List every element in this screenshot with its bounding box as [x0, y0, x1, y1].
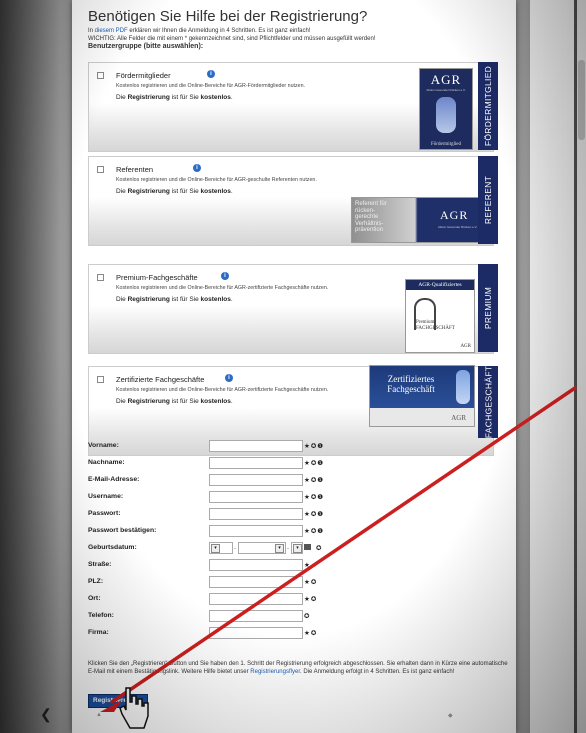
tab-foerdermitglied: FÖRDERMITGLIED	[478, 62, 498, 150]
field-row: Passwort: ★✪❶	[88, 508, 325, 520]
group-title: Fördermitglieder	[116, 71, 171, 80]
tab-premium: PREMIUM	[478, 264, 498, 352]
fachgeschaeft-badge: Zertifiziertes Fachgeschäft AGR	[369, 365, 475, 427]
warning-text: WICHTIG: Alle Felder die mit einem * gek…	[88, 35, 376, 42]
group-desc: Kostenlos registrieren und die Online-Be…	[116, 83, 306, 89]
group-free-text: Die Registrierung ist für Sie kostenlos.	[116, 94, 233, 101]
company-input[interactable]	[209, 627, 303, 639]
footer-icon: ▲	[96, 712, 102, 718]
field-row: Nachname: ★✪❶	[88, 457, 325, 469]
group-title: Zertifizierte Fachgeschäfte	[116, 375, 205, 384]
phone-input[interactable]	[209, 610, 303, 622]
page-title: Benötigen Sie Hilfe bei der Registrierun…	[88, 8, 368, 25]
info-icon[interactable]: i	[207, 70, 215, 78]
field-row: Ort: ★✪	[88, 593, 318, 605]
field-row: Username: ★✪❶	[88, 491, 325, 503]
street-input[interactable]	[209, 559, 303, 571]
city-input[interactable]	[209, 593, 303, 605]
field-row: Firma: ★✪	[88, 627, 318, 639]
info-icon[interactable]: i	[221, 272, 229, 280]
group-referenten: Referenten i Kostenlos registrieren und …	[88, 156, 494, 246]
referent-badge: Referent für rücken-gerechte Verhältnis-…	[351, 197, 479, 243]
email-input[interactable]	[209, 474, 303, 486]
field-row: Vorname: ★✪❶	[88, 440, 325, 452]
group-desc: Kostenlos registrieren und die Online-Be…	[116, 177, 317, 183]
chevron-down-icon: ▾	[293, 544, 302, 553]
checkbox-zertifiziert[interactable]	[97, 376, 104, 383]
info-icon[interactable]: i	[193, 164, 201, 172]
last-name-input[interactable]	[209, 457, 303, 469]
registration-page: Benötigen Sie Hilfe bei der Registrierun…	[72, 0, 516, 733]
scrollbar[interactable]	[577, 0, 586, 733]
group-desc: Kostenlos registrieren und die Online-Be…	[116, 387, 329, 393]
group-title: Referenten	[116, 165, 154, 174]
checkbox-premium[interactable]	[97, 274, 104, 281]
checkbox-referenten[interactable]	[97, 166, 104, 173]
first-name-input[interactable]	[209, 440, 303, 452]
tab-fachgeschaeft: FACHGESCHÄFT	[478, 366, 498, 438]
password-confirm-input[interactable]	[209, 525, 303, 537]
info-icon[interactable]: i	[225, 374, 233, 382]
foerdermitglied-badge: AGR Aktion Gesunder Rücken e.V. Fördermi…	[419, 68, 473, 150]
zip-input[interactable]	[209, 576, 303, 588]
intro-text: In diesem PDF erklären wir Ihnen die Anm…	[88, 28, 376, 50]
checkbox-foerdermitglieder[interactable]	[97, 72, 104, 79]
chevron-down-icon: ▾	[211, 544, 220, 553]
scrollbar-thumb[interactable]	[578, 60, 585, 140]
tab-referent: REFERENT	[478, 156, 498, 244]
background-page-strip	[530, 0, 574, 733]
chevron-down-icon: ▾	[275, 544, 284, 553]
field-row: Telefon: ✪	[88, 610, 311, 622]
birth-year-select[interactable]: ▾	[291, 542, 303, 554]
group-foerdermitglieder: Fördermitglieder i Kostenlos registriere…	[88, 62, 494, 152]
register-button[interactable]: Registrieren	[88, 694, 148, 708]
group-free-text: Die Registrierung ist für Sie kostenlos.	[116, 398, 233, 405]
field-row: E-Mail-Adresse: ★✪❶	[88, 474, 325, 486]
group-title: Premium-Fachgeschäfte	[116, 273, 198, 282]
group-heading: Benutzergruppe (bitte auswählen):	[88, 43, 204, 50]
flyer-link[interactable]: Registrierungsflyer	[250, 669, 300, 675]
birth-day-select[interactable]: ▾	[209, 542, 233, 554]
submit-note: Klicken Sie den „Registrieren“-Button un…	[88, 661, 508, 675]
group-premium: Premium-Fachgeschäfte i Kostenlos regist…	[88, 264, 494, 354]
field-row: Passwort bestätigen: ★✪❶	[88, 525, 325, 537]
footer-icon: ◆	[448, 713, 453, 719]
field-row: Geburtsdatum: ▾ . ▾ . ▾ ✪	[88, 542, 323, 554]
pdf-link[interactable]: diesem PDF	[95, 28, 128, 34]
password-input[interactable]	[209, 508, 303, 520]
birth-month-select[interactable]: ▾	[238, 542, 286, 554]
field-row: PLZ: ★✪	[88, 576, 318, 588]
group-free-text: Die Registrierung ist für Sie kostenlos.	[116, 188, 233, 195]
field-row: Straße: ★	[88, 559, 311, 571]
premium-badge: AGR-Qualifiziertes Premium FACHGESCHÄFT …	[405, 279, 475, 353]
group-desc: Kostenlos registrieren und die Online-Be…	[116, 285, 329, 291]
page-prev-icon[interactable]: ❮	[40, 706, 52, 723]
calendar-icon[interactable]	[304, 544, 311, 550]
username-input[interactable]	[209, 491, 303, 503]
group-free-text: Die Registrierung ist für Sie kostenlos.	[116, 296, 233, 303]
